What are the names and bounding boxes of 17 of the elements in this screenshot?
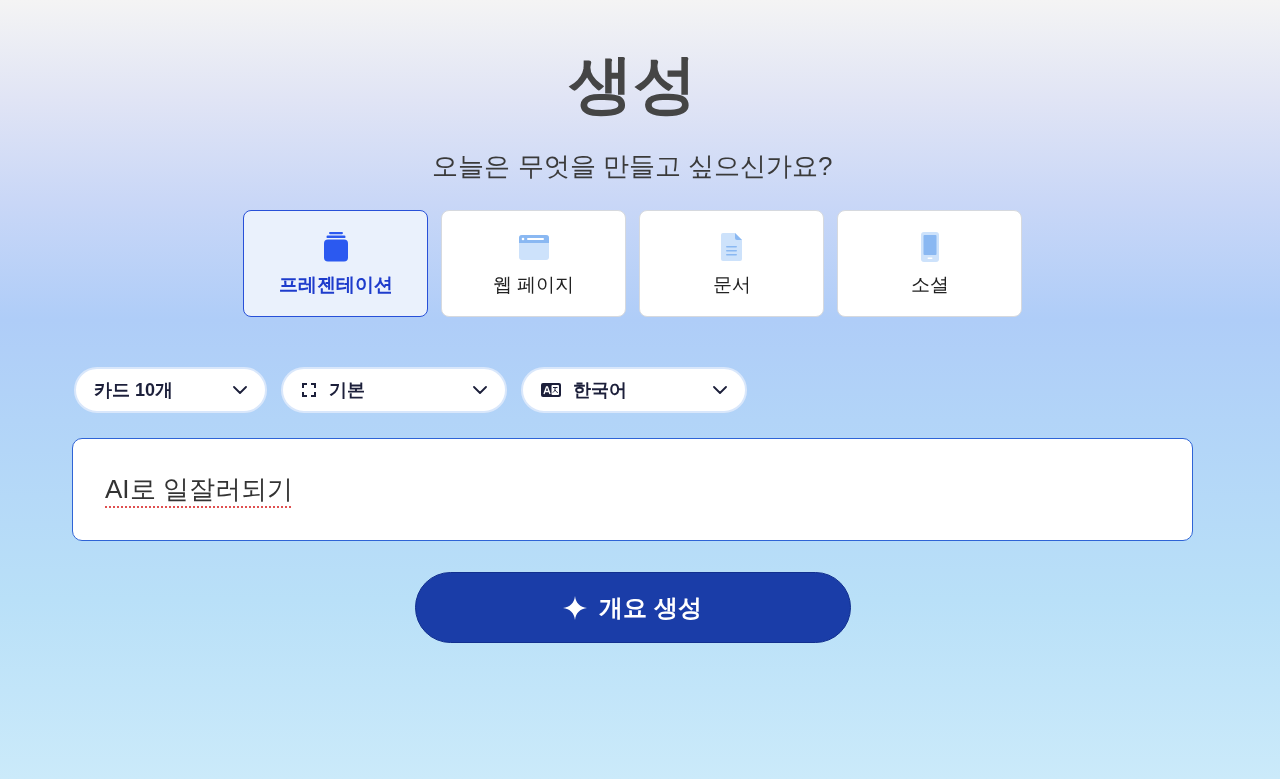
- frame-corners-icon: [301, 382, 317, 398]
- chevron-down-icon: [233, 386, 247, 394]
- language-icon: [541, 383, 561, 397]
- content-type-tab[interactable]: 웹 페이지: [441, 210, 626, 317]
- prompt-field[interactable]: AI로 일잘러되기: [72, 438, 1193, 541]
- chevron-down-icon: [473, 386, 487, 394]
- content-type-tab[interactable]: 문서: [639, 210, 824, 317]
- option-dropdown[interactable]: 카드 10개: [74, 367, 267, 413]
- option-dropdown[interactable]: 한국어: [521, 367, 747, 413]
- sparkle-icon: [563, 595, 588, 620]
- content-type-tab[interactable]: 프레젠테이션: [243, 210, 428, 317]
- page-subtitle: 오늘은 무엇을 만들고 싶으신가요?: [432, 150, 833, 183]
- option-dropdown[interactable]: 기본: [281, 367, 507, 413]
- content-type-tab[interactable]: 소셜: [837, 210, 1022, 317]
- page-title: 생성: [568, 48, 697, 120]
- generate-outline-button[interactable]: 개요 생성: [414, 572, 851, 643]
- chevron-down-icon: [713, 386, 727, 394]
